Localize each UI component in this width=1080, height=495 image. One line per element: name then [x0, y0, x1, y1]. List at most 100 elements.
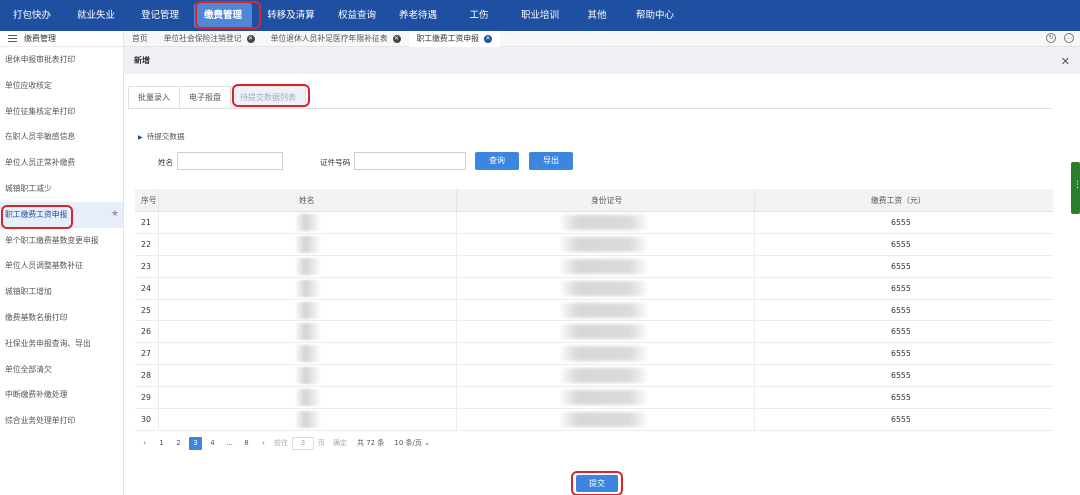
cell-id-number — [457, 343, 755, 365]
cell-id-number — [457, 387, 755, 409]
sidebar-item[interactable]: 综合业务处理单打印 — [0, 408, 123, 434]
main-panel: 新增 ✕ 批量录入 电子报盘 待提交数据列表 ▶待提交数据 姓名 证件号码 查询… — [124, 47, 1080, 495]
page-link[interactable]: 2 — [172, 437, 185, 450]
tab-label: 首页 — [132, 33, 148, 43]
close-icon[interactable]: ✕ — [1061, 55, 1070, 68]
sidebar-item-active[interactable]: 职工缴费工资申报 ★ — [0, 201, 123, 228]
redacted-id — [561, 390, 647, 406]
query-button[interactable]: 查询 — [475, 152, 519, 170]
column-header-number: 序号 — [135, 189, 159, 211]
tab-retiree-medical-supplement[interactable]: 单位退休人员补足医疗年限补征表 ✕ — [263, 31, 409, 47]
export-button[interactable]: 导出 — [529, 152, 573, 170]
nav-item-payment-management[interactable]: 缴费管理 — [194, 3, 252, 28]
sidebar-item[interactable]: 中断缴费补缴处理 — [0, 382, 123, 408]
section-title-text: 待提交数据 — [146, 132, 185, 141]
nav-item-registration[interactable]: 登记管理 — [128, 0, 192, 31]
subtab-electronic-report[interactable]: 电子报盘 — [179, 86, 231, 108]
cell-number: 25 — [135, 299, 159, 321]
panel-title: 新增 — [134, 56, 150, 65]
sidebar-item[interactable]: 缴费基数名册打印 — [0, 305, 123, 331]
menu-icon[interactable] — [8, 35, 17, 42]
table-row[interactable]: 28 6555 — [135, 365, 1053, 388]
page-size-select[interactable]: 10 条/页 ⌄ — [394, 438, 430, 448]
page-link[interactable]: 1 — [155, 437, 168, 450]
name-input[interactable] — [177, 152, 283, 170]
search-form: 姓名 证件号码 查询 导出 — [124, 152, 1064, 172]
table-row[interactable]: 22 6555 — [135, 233, 1053, 256]
cell-name — [159, 233, 457, 255]
id-label: 证件号码 — [320, 158, 351, 167]
tab-wage-declaration[interactable]: 职工缴费工资申报 ✕ — [408, 30, 500, 47]
page-link-current[interactable]: 3 — [189, 436, 202, 450]
redacted-name — [296, 389, 320, 407]
table-row[interactable]: 26 6555 — [135, 321, 1053, 344]
nav-item-work-injury[interactable]: 工伤 — [450, 0, 508, 31]
cell-name — [159, 255, 457, 277]
nav-item-other[interactable]: 其他 — [572, 0, 622, 31]
sidebar-item[interactable]: 单位人员调整基数补征 — [0, 253, 123, 279]
close-icon[interactable]: ✕ — [483, 34, 492, 43]
close-icon[interactable]: ✕ — [392, 34, 401, 43]
more-icon[interactable]: … — [1064, 33, 1074, 43]
sidebar-item[interactable]: 社保业务申报查询、导出 — [0, 331, 123, 357]
sidebar-item[interactable]: 退休申报审批表打印 — [0, 47, 123, 73]
nav-item-employment[interactable]: 就业失业 — [64, 0, 128, 31]
cell-number: 29 — [135, 387, 159, 409]
prev-page-icon[interactable]: ‹ — [138, 437, 151, 450]
table-row[interactable]: 23 6555 — [135, 255, 1053, 278]
nav-item-help-center[interactable]: 帮助中心 — [622, 0, 688, 31]
submit-button[interactable]: 提交 — [576, 475, 618, 492]
goto-page-input[interactable]: 3 — [292, 436, 314, 450]
table-row[interactable]: 29 6555 — [135, 387, 1053, 410]
table-row[interactable]: 25 6555 — [135, 299, 1053, 322]
sidebar-item[interactable]: 城镇职工增加 — [0, 279, 123, 305]
sidebar: 缴费管理 退休申报审批表打印 单位应收核定 单位征集核定单打印 在职人员非敏感信… — [0, 31, 124, 495]
sidebar-item[interactable]: 单位人员正常补缴费 — [0, 150, 123, 176]
redacted-id — [561, 412, 647, 428]
table-row[interactable]: 27 6555 — [135, 343, 1053, 366]
next-page-icon[interactable]: › — [257, 437, 270, 450]
nav-item-vocational-training[interactable]: 职业培训 — [508, 0, 572, 31]
sidebar-item[interactable]: 单位全部清欠 — [0, 357, 123, 383]
nav-item-rights-query[interactable]: 权益查询 — [328, 0, 386, 31]
table-row[interactable]: 24 6555 — [135, 277, 1053, 300]
id-number-input[interactable] — [354, 152, 466, 170]
subtab-pending-list[interactable]: 待提交数据列表 — [230, 86, 306, 108]
nav-item-transfer-settlement[interactable]: 转移及清算 — [254, 0, 328, 31]
cell-name — [159, 409, 457, 430]
star-icon[interactable]: ★ — [111, 202, 119, 228]
redacted-name — [296, 214, 320, 231]
sidebar-item[interactable]: 单个职工缴费基数变更申报 — [0, 228, 123, 254]
panel-header: 新增 ✕ — [124, 47, 1080, 74]
sidebar-title: 缴费管理 — [24, 34, 56, 43]
page-link[interactable]: 8 — [240, 437, 253, 450]
cell-number: 22 — [135, 233, 159, 255]
nav-item-pension[interactable]: 养老待遇 — [386, 0, 450, 31]
sidebar-item[interactable]: 单位征集核定单打印 — [0, 99, 123, 125]
redacted-id — [561, 346, 647, 362]
cell-id-number — [457, 277, 755, 299]
refresh-icon[interactable]: ↻ — [1046, 33, 1056, 43]
close-icon[interactable]: ✕ — [246, 34, 255, 43]
sidebar-item[interactable]: 单位应收核定 — [0, 73, 123, 99]
tab-unit-deregistration[interactable]: 单位社会保险注销登记 ✕ — [156, 31, 263, 47]
redacted-id — [561, 215, 647, 230]
sidebar-item[interactable]: 在职人员非敏感信息 — [0, 124, 123, 150]
redacted-id — [561, 324, 647, 340]
confirm-button[interactable]: 确定 — [333, 438, 347, 448]
scroll-handle[interactable] — [1071, 162, 1080, 214]
subtab-batch-entry[interactable]: 批量录入 — [128, 86, 180, 108]
cell-number: 27 — [135, 343, 159, 365]
goto-label: 前往 — [274, 439, 288, 447]
subtab-bar: 批量录入 电子报盘 待提交数据列表 — [128, 83, 1052, 109]
sidebar-item[interactable]: 城镇职工减少 — [0, 176, 123, 202]
nav-item-packaged-services[interactable]: 打包快办 — [0, 0, 64, 31]
tab-bar: 首页 单位社会保险注销登记 ✕ 单位退休人员补足医疗年限补征表 ✕ 职工缴费工资… — [124, 30, 1080, 47]
page-link[interactable]: 4 — [206, 437, 219, 450]
table-row[interactable]: 21 6555 — [135, 212, 1053, 234]
tab-label: 职工缴费工资申报 — [416, 33, 479, 43]
cell-name — [159, 299, 457, 321]
column-header-wage: 缴费工资（元） — [871, 196, 926, 205]
table-row[interactable]: 30 6555 — [135, 409, 1053, 431]
tab-home[interactable]: 首页 — [124, 31, 156, 47]
